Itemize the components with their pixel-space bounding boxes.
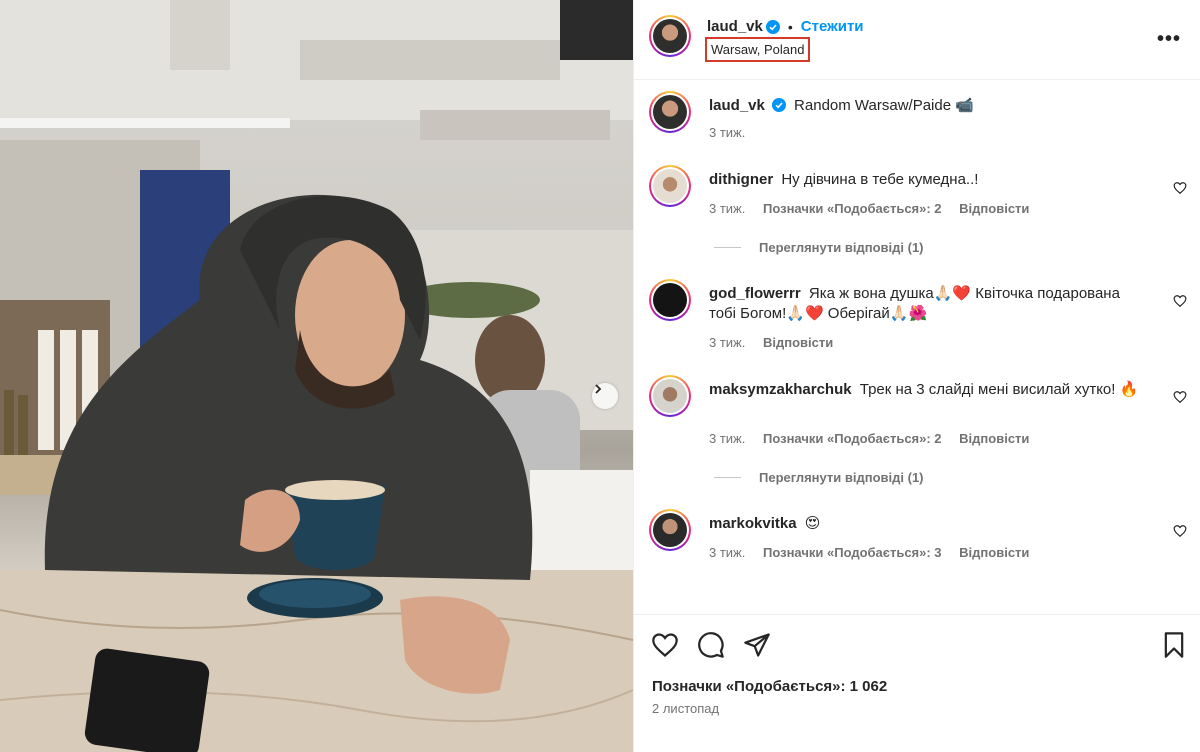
comment-text: markokvitka 😍 — [709, 514, 1149, 534]
heart-icon[interactable] — [1173, 181, 1187, 195]
post-header: laud_vk • Стежити Warsaw, Poland ••• — [634, 0, 1200, 80]
comment-time: 3 тиж. — [709, 201, 746, 216]
caption-meta: 3 тиж. — [709, 125, 759, 140]
comment-username[interactable]: markokvitka — [709, 515, 797, 532]
reply-button[interactable]: Відповісти — [959, 431, 1029, 446]
reply-button[interactable]: Відповісти — [959, 201, 1029, 216]
author-username[interactable]: laud_vk — [707, 18, 763, 35]
chevron-right-icon — [595, 384, 602, 394]
post-date: 2 листопад — [652, 701, 720, 716]
view-replies-label: Переглянути відповіді (1) — [759, 240, 924, 255]
comment-avatar[interactable] — [649, 375, 691, 417]
view-replies-label: Переглянути відповіді (1) — [759, 470, 924, 485]
comment-meta: 3 тиж. Позначки «Подобається»: 2 Відпові… — [709, 201, 1043, 216]
comment-avatar[interactable] — [649, 509, 691, 551]
comment-text: god_flowerrr Яка ж вона душка🙏🏻❤️ Квіточ… — [709, 284, 1149, 324]
comment-icon[interactable] — [697, 631, 725, 659]
bookmark-icon[interactable] — [1160, 631, 1188, 659]
comment-text: maksymzakharchuk Трек на 3 слайді мені в… — [709, 380, 1149, 400]
author-avatar[interactable] — [649, 15, 691, 57]
more-options-button[interactable]: ••• — [1157, 28, 1181, 51]
follow-button[interactable]: Стежити — [801, 18, 864, 35]
likes-count[interactable]: Позначки «Подобається»: 1 062 — [652, 678, 887, 695]
heart-icon[interactable] — [651, 631, 679, 659]
replies-divider — [714, 247, 741, 248]
post-side-panel: laud_vk • Стежити Warsaw, Poland ••• lau… — [633, 0, 1200, 752]
heart-icon[interactable] — [1173, 294, 1187, 308]
comment-text: dithigner Ну дівчина в тебе кумедна..! — [709, 170, 1149, 190]
verified-badge-icon — [765, 19, 780, 34]
caption-avatar[interactable] — [649, 91, 691, 133]
comment-meta: 3 тиж. Відповісти — [709, 335, 847, 350]
post-photo[interactable] — [0, 0, 633, 752]
comment-likes[interactable]: Позначки «Подобається»: 3 — [763, 545, 942, 560]
verified-badge-icon — [771, 98, 786, 112]
comment-likes[interactable]: Позначки «Подобається»: 2 — [763, 201, 942, 216]
comment-avatar[interactable] — [649, 165, 691, 207]
author-line: laud_vk • Стежити — [707, 18, 864, 35]
comment-meta: 3 тиж. Позначки «Подобається»: 3 Відпові… — [709, 545, 1043, 560]
heart-icon[interactable] — [1173, 390, 1187, 404]
comment-body: 😍 — [804, 515, 821, 532]
heart-icon[interactable] — [1173, 524, 1187, 538]
reply-button[interactable]: Відповісти — [763, 335, 833, 350]
comment-time: 3 тиж. — [709, 335, 746, 350]
comment-username[interactable]: god_flowerrr — [709, 285, 801, 302]
view-replies-button[interactable]: Переглянути відповіді (1) — [714, 240, 924, 255]
caption-text: laud_vk Random Warsaw/Paide 📹 — [709, 96, 1149, 116]
comment-likes[interactable]: Позначки «Подобається»: 2 — [763, 431, 942, 446]
view-replies-button[interactable]: Переглянути відповіді (1) — [714, 470, 924, 485]
comment-body: Трек на 3 слайді мені висилай хутко! 🔥 — [859, 381, 1139, 398]
separator-dot: • — [787, 18, 793, 35]
comment-username[interactable]: maksymzakharchuk — [709, 381, 852, 398]
caption-body: Random Warsaw/Paide 📹 — [794, 97, 974, 114]
reply-button[interactable]: Відповісти — [959, 545, 1029, 560]
comment-meta: 3 тиж. Позначки «Подобається»: 2 Відпові… — [709, 431, 1043, 446]
more-icon: ••• — [1156, 28, 1181, 50]
location-link[interactable]: Warsaw, Poland — [705, 37, 811, 62]
caption-time: 3 тиж. — [709, 125, 746, 140]
share-icon[interactable] — [743, 631, 771, 659]
post-actions: Позначки «Подобається»: 1 062 2 листопад — [634, 614, 1200, 752]
comment-time: 3 тиж. — [709, 545, 746, 560]
comment-body: Ну дівчина в тебе кумедна..! — [781, 171, 979, 188]
next-slide-button[interactable] — [592, 383, 618, 409]
replies-divider — [714, 477, 741, 478]
caption-username[interactable]: laud_vk — [709, 97, 765, 114]
comment-avatar[interactable] — [649, 279, 691, 321]
cafe-photo-illustration — [0, 0, 633, 752]
comment-username[interactable]: dithigner — [709, 171, 773, 188]
comment-time: 3 тиж. — [709, 431, 746, 446]
